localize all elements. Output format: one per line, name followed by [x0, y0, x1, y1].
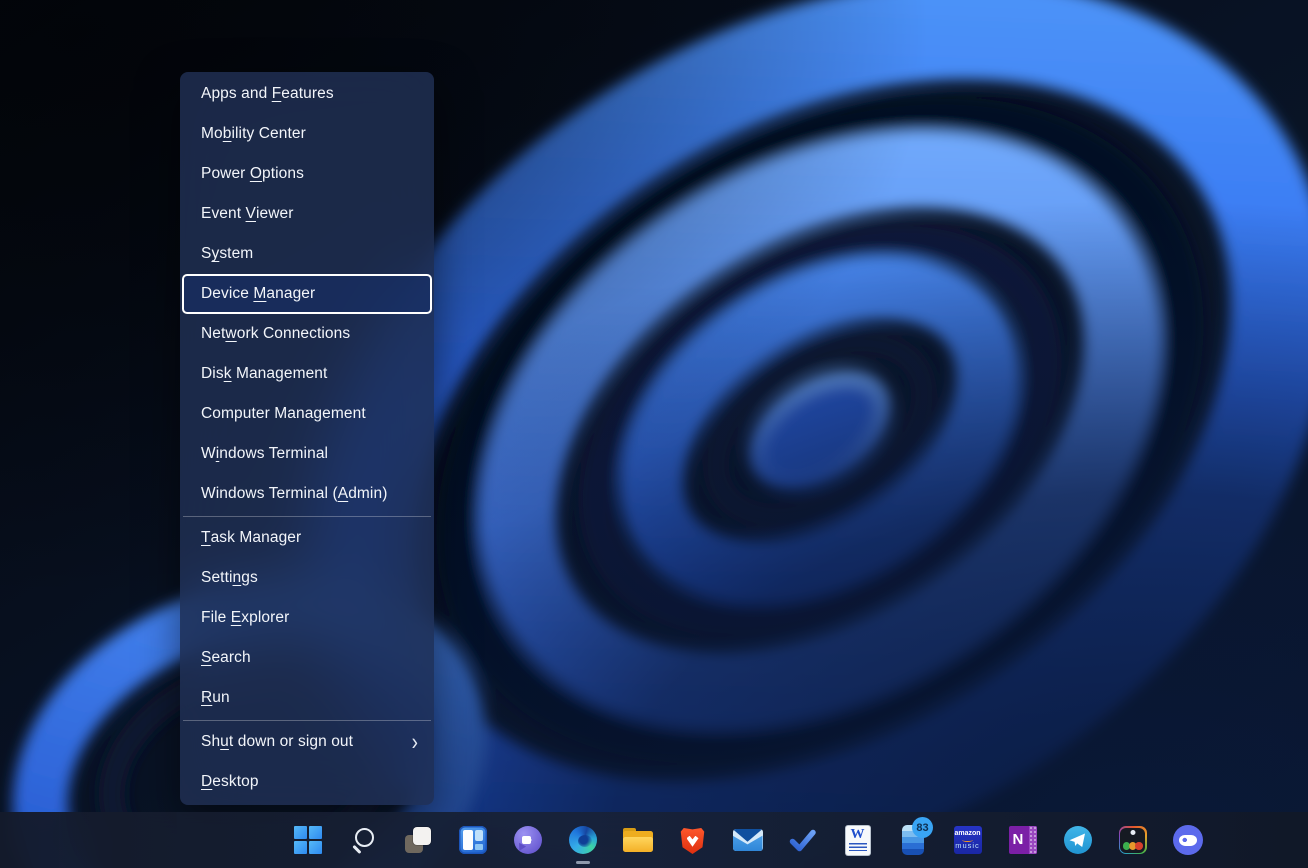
winx-menu: Apps and FeaturesMobility CenterPower Op…	[180, 72, 434, 805]
taskbar-chat-button[interactable]	[500, 812, 555, 868]
davinci-resolve-icon	[1119, 826, 1147, 854]
discord-icon	[1173, 825, 1203, 855]
menu-item-search[interactable]: Search	[182, 638, 432, 678]
taskbar-todo-button[interactable]	[775, 812, 830, 868]
menu-item-task-manager[interactable]: Task Manager	[182, 518, 432, 558]
menu-item-device-manager[interactable]: Device Manager	[182, 274, 432, 314]
word-letter: W	[846, 827, 870, 843]
edge-browser-icon	[569, 826, 597, 854]
onenote-letter: N	[1013, 831, 1024, 848]
windows-start-icon	[294, 826, 322, 854]
menu-item-network-connections[interactable]: Network Connections	[182, 314, 432, 354]
widgets-icon	[459, 826, 487, 854]
menu-separator	[181, 514, 433, 518]
word-icon: W	[846, 826, 870, 855]
desktop[interactable]: Apps and FeaturesMobility CenterPower Op…	[0, 0, 1308, 868]
brave-browser-icon	[680, 826, 705, 854]
taskbar-file-explorer-button[interactable]	[610, 812, 665, 868]
taskbar-mail-button[interactable]	[720, 812, 775, 868]
menu-item-desktop[interactable]: Desktop	[182, 762, 432, 802]
taskbar-edge-button[interactable]	[555, 812, 610, 868]
taskbar-discord-button[interactable]	[1160, 812, 1215, 868]
amazon-music-icon: amazon music	[954, 826, 982, 854]
menu-item-system[interactable]: System	[182, 234, 432, 274]
taskbar-start-button[interactable]	[280, 812, 335, 868]
taskbar-search-button[interactable]	[335, 812, 390, 868]
menu-item-disk-management[interactable]: Disk Management	[182, 354, 432, 394]
file-explorer-icon	[623, 828, 653, 852]
menu-item-settings[interactable]: Settings	[182, 558, 432, 598]
taskbar-icons: W 83 amazon music N	[280, 812, 1215, 868]
taskbar-word-button[interactable]: W	[830, 812, 885, 868]
taskbar-task-view-button[interactable]	[390, 812, 445, 868]
onenote-icon: N	[1009, 826, 1037, 854]
mail-icon	[733, 829, 763, 851]
chat-icon	[514, 826, 542, 854]
menu-item-event-viewer[interactable]: Event Viewer	[182, 194, 432, 234]
menu-item-windows-terminal[interactable]: Windows Terminal	[182, 434, 432, 474]
to-do-check-icon	[789, 829, 816, 852]
menu-item-mobility-center[interactable]: Mobility Center	[182, 114, 432, 154]
taskbar-onenote-button[interactable]: N	[995, 812, 1050, 868]
menu-item-computer-management[interactable]: Computer Management	[182, 394, 432, 434]
taskbar-amazon-music-button[interactable]: amazon music	[940, 812, 995, 868]
menu-item-run[interactable]: Run	[182, 678, 432, 718]
menu-item-power-options[interactable]: Power Options	[182, 154, 432, 194]
menu-item-shut-down-or-sign-out[interactable]: Shut down or sign out›	[182, 722, 432, 762]
running-app-indicator	[576, 861, 590, 864]
menu-item-windows-terminal-admin[interactable]: Windows Terminal (Admin)	[182, 474, 432, 514]
search-icon	[349, 827, 376, 854]
taskbar-telegram-button[interactable]	[1050, 812, 1105, 868]
taskbar-badged-app-button[interactable]: 83	[885, 812, 940, 868]
menu-item-file-explorer[interactable]: File Explorer	[182, 598, 432, 638]
menu-item-apps-and-features[interactable]: Apps and Features	[182, 74, 432, 114]
taskbar-davinci-resolve-button[interactable]	[1105, 812, 1160, 868]
taskbar: W 83 amazon music N	[0, 812, 1308, 868]
taskbar-brave-button[interactable]	[665, 812, 720, 868]
chevron-right-icon: ›	[412, 730, 418, 754]
taskbar-widgets-button[interactable]	[445, 812, 500, 868]
telegram-icon	[1064, 826, 1092, 854]
notification-badge: 83	[912, 817, 933, 838]
menu-separator	[181, 718, 433, 722]
task-view-icon	[404, 826, 432, 854]
